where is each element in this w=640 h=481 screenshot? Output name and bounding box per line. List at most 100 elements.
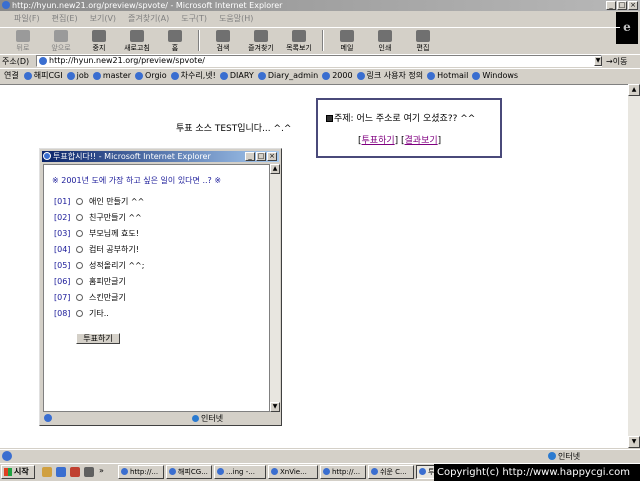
- maximize-button[interactable]: □: [617, 1, 627, 10]
- quicklaunch-desktop-icon[interactable]: [42, 467, 52, 477]
- link-item[interactable]: DIARY: [219, 71, 257, 80]
- quicklaunch-more-icon[interactable]: »: [99, 466, 104, 475]
- popup-close-button[interactable]: ×: [267, 152, 277, 161]
- ie-icon: [43, 152, 51, 160]
- stop-icon: [92, 30, 106, 42]
- square-bullet-icon: [326, 115, 333, 122]
- ie-icon: [169, 468, 176, 475]
- copyright-banner: Copyright(c) http://www.happycgi.com: [434, 464, 640, 481]
- mail-button[interactable]: 메일: [328, 28, 366, 53]
- quicklaunch-outlook-icon[interactable]: [70, 467, 80, 477]
- back-button[interactable]: 뒤로: [4, 28, 42, 53]
- history-button[interactable]: 목록보기: [280, 28, 318, 53]
- poll-option[interactable]: [01] 애인 만들기 ^^: [54, 196, 144, 206]
- link-item[interactable]: 2000: [321, 71, 355, 80]
- start-button[interactable]: 시작: [1, 465, 35, 479]
- menu-bar: 파일(F) 편집(E) 보기(V) 즐겨찾기(A) 도구(T) 도움말(H): [0, 12, 640, 26]
- edit-button[interactable]: 편집: [404, 28, 442, 53]
- vote-submit-button[interactable]: 투표하기: [76, 333, 120, 344]
- windows-flag-icon: [4, 468, 12, 476]
- window-title-bar[interactable]: http://hyun.new21.org/preview/spvote/ - …: [0, 0, 640, 11]
- menu-file[interactable]: 파일(F): [8, 12, 46, 26]
- ie-icon: [2, 1, 10, 9]
- window-title: http://hyun.new21.org/preview/spvote/ - …: [12, 1, 283, 10]
- minimize-button[interactable]: _: [606, 1, 616, 10]
- poll-option[interactable]: [07] 스킨만글기: [54, 292, 126, 302]
- link-icon: [356, 71, 365, 80]
- radio-button[interactable]: [76, 213, 83, 221]
- link-item[interactable]: master: [92, 71, 134, 80]
- radio-button[interactable]: [76, 229, 83, 237]
- link-item[interactable]: Diary_admin: [257, 71, 321, 80]
- radio-button[interactable]: [76, 277, 83, 285]
- poll-option[interactable]: [04] 컴터 공부하기!: [54, 244, 139, 254]
- ie-icon: [323, 468, 330, 475]
- task-button[interactable]: 쉬운 C...: [368, 465, 414, 479]
- radio-button[interactable]: [76, 293, 83, 301]
- radio-button[interactable]: [76, 261, 83, 269]
- popup-minimize-button[interactable]: _: [245, 152, 255, 161]
- task-button-active[interactable]: 투표...: [416, 465, 436, 479]
- popup-vertical-scrollbar[interactable]: ▲ ▼: [270, 164, 280, 412]
- refresh-button[interactable]: 새로고침: [118, 28, 156, 53]
- result-link[interactable]: 결과보기: [405, 136, 438, 146]
- task-button[interactable]: http://...: [320, 465, 366, 479]
- menu-tools[interactable]: 도구(T): [175, 12, 213, 26]
- radio-button[interactable]: [76, 197, 83, 205]
- vertical-scrollbar[interactable]: ▲ ▼: [628, 84, 640, 448]
- poll-option[interactable]: [05] 성적올리기 ^^;: [54, 260, 144, 270]
- menu-edit[interactable]: 편집(E): [46, 12, 84, 26]
- ie-icon: [217, 468, 224, 475]
- menu-favorites[interactable]: 즐겨찾기(A): [122, 12, 175, 26]
- link-item[interactable]: 차수리,넷!: [170, 70, 219, 81]
- poll-option[interactable]: [02] 친구만들기 ^^: [54, 212, 142, 222]
- address-input[interactable]: http://hyun.new21.org/preview/spvote/: [36, 55, 602, 67]
- scroll-up-button[interactable]: ▲: [628, 84, 640, 96]
- home-button[interactable]: 홈: [156, 28, 194, 53]
- popup-scroll-up-button[interactable]: ▲: [270, 164, 280, 174]
- radio-button[interactable]: [76, 309, 83, 317]
- forward-button[interactable]: 앞으로: [42, 28, 80, 53]
- link-item[interactable]: job: [66, 71, 92, 80]
- address-dropdown-button[interactable]: ▼: [594, 56, 602, 66]
- link-item[interactable]: Windows: [471, 71, 521, 80]
- search-button[interactable]: 검색: [204, 28, 242, 53]
- poll-option[interactable]: [08] 기타..: [54, 308, 109, 318]
- task-button[interactable]: http://...: [118, 465, 164, 479]
- popup-scroll-down-button[interactable]: ▼: [270, 402, 280, 412]
- poll-option[interactable]: [06] 홈피만글기: [54, 276, 126, 286]
- menu-help[interactable]: 도움말(H): [213, 12, 259, 26]
- quicklaunch-ie-icon[interactable]: [56, 467, 66, 477]
- popup-title-bar[interactable]: 투표합시다!! - Microsoft Internet Explorer _ …: [42, 151, 279, 162]
- menu-view[interactable]: 보기(V): [84, 12, 122, 26]
- scroll-down-button[interactable]: ▼: [628, 436, 640, 448]
- address-label: 주소(D): [2, 57, 30, 66]
- task-button[interactable]: 해피CG...: [166, 465, 212, 479]
- ie-icon: [371, 468, 378, 475]
- poll-option[interactable]: [03] 부모님께 효도!: [54, 228, 139, 238]
- quicklaunch-media-icon[interactable]: [84, 467, 94, 477]
- globe-icon: [192, 415, 199, 422]
- history-icon: [292, 30, 306, 42]
- link-item[interactable]: Orgio: [134, 71, 170, 80]
- go-button[interactable]: →이동: [606, 56, 627, 67]
- link-item[interactable]: 링크 사용자 정의: [356, 70, 427, 81]
- task-button[interactable]: XnVie...: [268, 465, 318, 479]
- print-button[interactable]: 인쇄: [366, 28, 404, 53]
- link-item[interactable]: 해피CGI: [23, 70, 66, 81]
- favorites-button[interactable]: 즐겨찾기: [242, 28, 280, 53]
- link-item[interactable]: Hotmail: [426, 71, 471, 80]
- vote-link[interactable]: 투표하기: [362, 136, 395, 146]
- close-button[interactable]: ×: [628, 1, 638, 10]
- link-icon: [427, 71, 436, 80]
- radio-button[interactable]: [76, 245, 83, 253]
- link-icon: [170, 71, 179, 80]
- stop-button[interactable]: 중지: [80, 28, 118, 53]
- globe-icon: [548, 452, 556, 460]
- refresh-icon: [130, 30, 144, 42]
- search-icon: [216, 30, 230, 42]
- link-icon: [219, 71, 228, 80]
- popup-maximize-button[interactable]: □: [256, 152, 266, 161]
- xnview-icon: [271, 468, 278, 475]
- task-button[interactable]: ...ing -...: [214, 465, 266, 479]
